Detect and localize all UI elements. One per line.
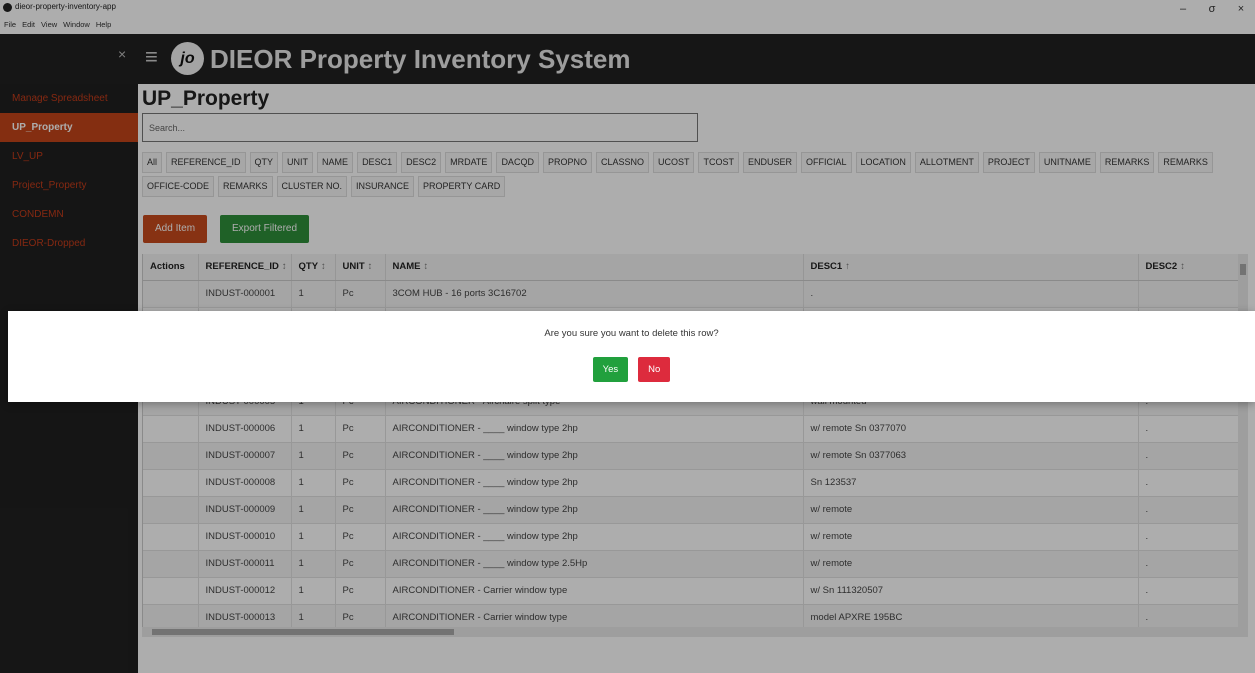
yes-button[interactable]: Yes: [592, 357, 629, 382]
delete-confirm-dialog: Are you sure you want to delete this row…: [8, 311, 1255, 402]
no-button[interactable]: No: [638, 357, 671, 382]
dialog-message: Are you sure you want to delete this row…: [544, 328, 719, 339]
dialog-buttons: Yes No: [8, 357, 1255, 382]
